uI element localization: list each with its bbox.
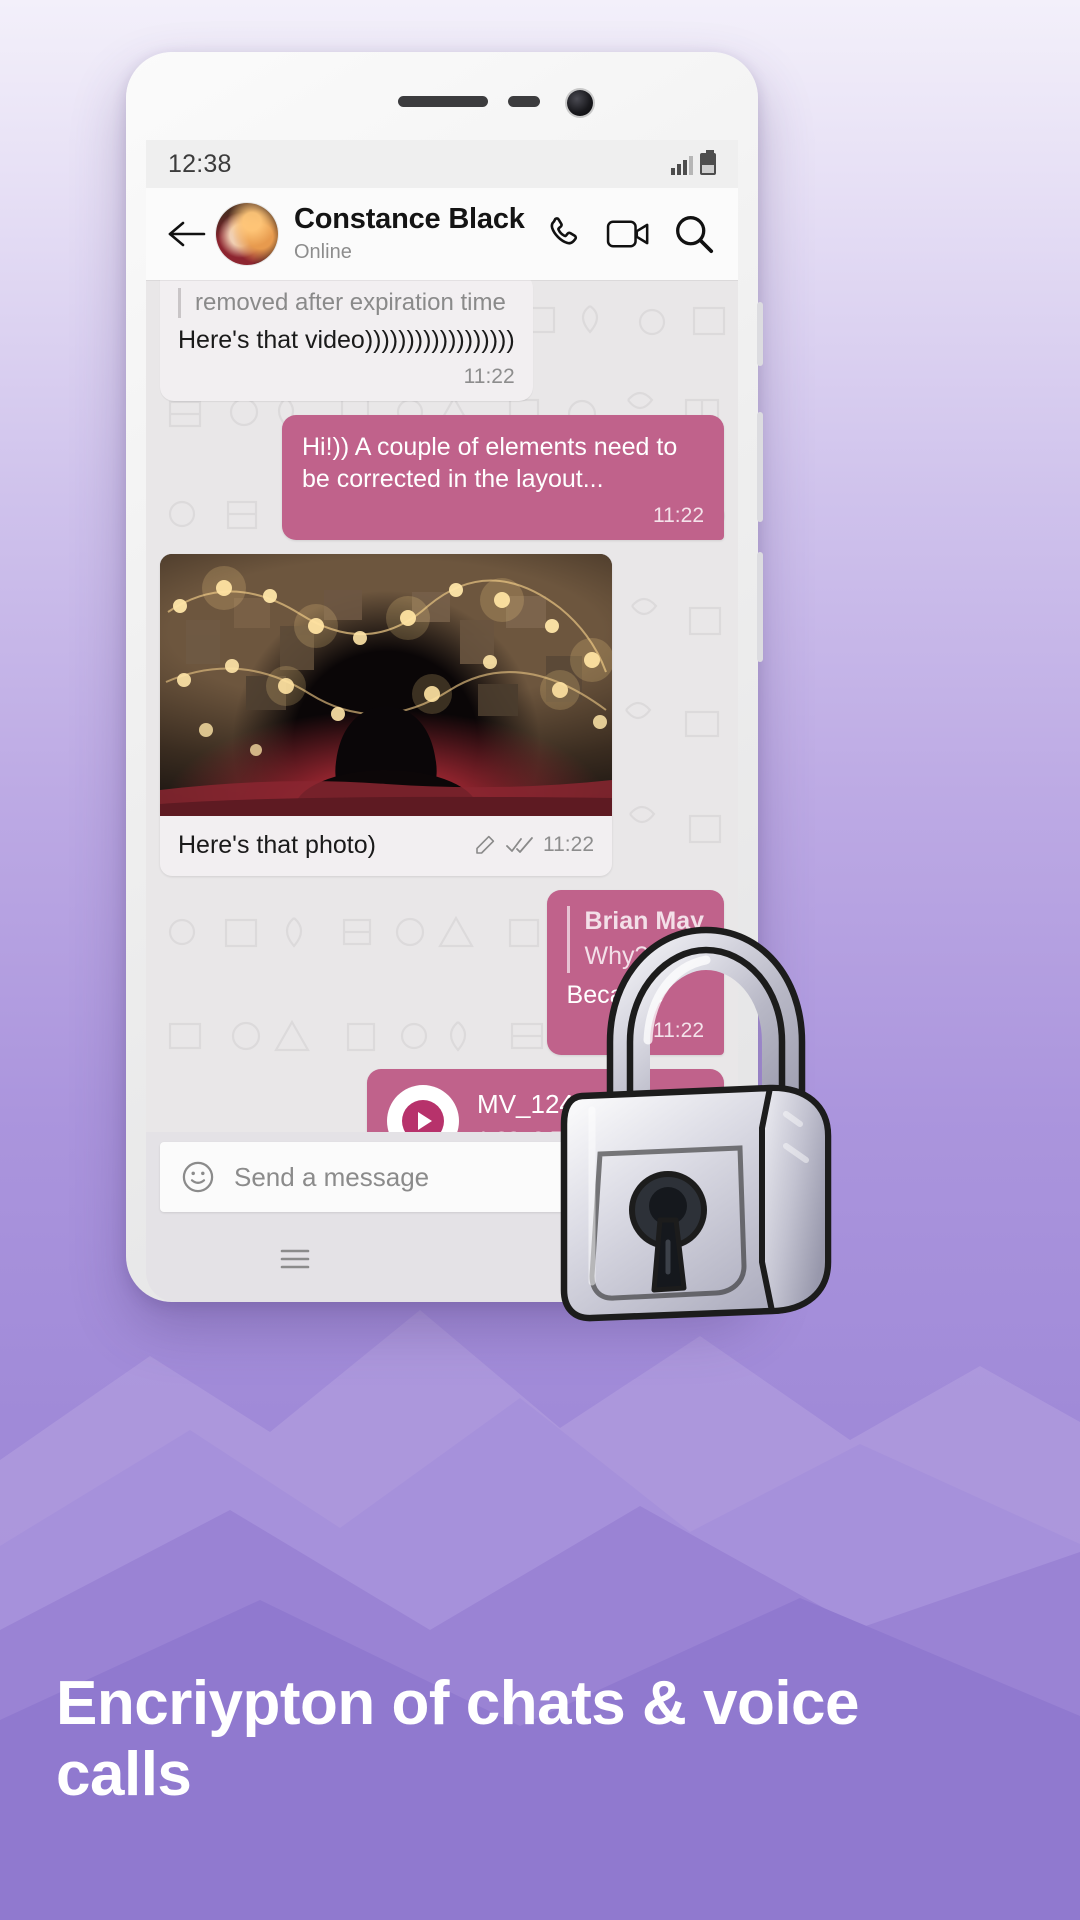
chat-header-actions: [542, 212, 720, 256]
contact-name: Constance Black: [294, 203, 525, 236]
quoted-message-text: removed after expiration time: [195, 289, 506, 316]
message-input[interactable]: Send a message: [234, 1162, 429, 1193]
chat-header: Constance Black Online: [146, 188, 738, 280]
earpiece-speaker: [398, 96, 488, 107]
play-icon: [402, 1100, 445, 1132]
phone-call-button[interactable]: [542, 213, 584, 255]
message-text: Here's that video)))))))))))))))))): [178, 326, 515, 354]
video-call-icon: [606, 220, 649, 248]
front-camera: [567, 90, 593, 116]
photo-message-time: 11:22: [543, 832, 594, 856]
chat-title-block[interactable]: Constance Black Online: [294, 203, 542, 264]
promo-screenshot: 12:38 Constance Black Online removed aft…: [0, 0, 1080, 1920]
promo-headline: Encriypton of chats & voice calls: [56, 1669, 860, 1810]
video-call-button[interactable]: [606, 214, 650, 254]
proximity-sensor: [508, 96, 540, 107]
phone-call-icon: [550, 217, 578, 245]
play-button[interactable]: [387, 1085, 460, 1132]
message-row-video-link[interactable]: removed after expiration time Here's tha…: [160, 280, 724, 401]
contact-status: Online: [294, 240, 352, 263]
phone-volume-down-button[interactable]: [757, 552, 763, 662]
padlock-icon: [560, 926, 832, 1322]
outgoing-bubble[interactable]: Hi!)) A couple of elements need to be co…: [282, 414, 724, 540]
status-clock: 12:38: [168, 149, 232, 178]
battery-icon: [700, 150, 716, 175]
double-check-icon: [506, 836, 533, 853]
message-row-greeting[interactable]: Hi!)) A couple of elements need to be co…: [160, 414, 724, 540]
photo-message-card[interactable]: Here's that photo) 11:22: [160, 553, 612, 877]
quoted-message[interactable]: removed after expiration time: [178, 288, 515, 318]
phone-volume-up-button[interactable]: [757, 412, 763, 522]
signal-bars-icon: [671, 155, 693, 175]
message-meta: 11:22: [178, 365, 515, 389]
photo-attachment[interactable]: [160, 553, 612, 816]
menu-icon: [280, 1249, 310, 1268]
back-arrow-icon: [168, 221, 206, 247]
photo-caption-bar: Here's that photo) 11:22: [160, 816, 612, 877]
menu-button[interactable]: [278, 1246, 312, 1277]
avatar[interactable]: [216, 203, 278, 265]
photo-content: [160, 565, 612, 816]
photo-caption-meta: 11:22: [473, 833, 594, 857]
search-icon: [676, 216, 714, 254]
message-time: 11:22: [653, 503, 704, 527]
smiley-face-icon[interactable]: [180, 1159, 216, 1195]
message-row-photo[interactable]: Here's that photo) 11:22: [160, 553, 724, 877]
message-time: 11:22: [463, 364, 515, 388]
search-button[interactable]: [672, 212, 716, 256]
pencil-edit-icon: [476, 835, 495, 854]
status-bar: 12:38: [146, 140, 738, 188]
message-text: Hi!)) A couple of elements need to be co…: [302, 432, 678, 494]
photo-caption-text: Here's that photo): [178, 830, 376, 859]
incoming-bubble[interactable]: removed after expiration time Here's tha…: [160, 280, 533, 401]
back-button[interactable]: [164, 211, 210, 257]
message-meta: 11:22: [302, 504, 704, 528]
phone-power-button[interactable]: [757, 302, 763, 366]
status-indicators: [671, 150, 716, 175]
